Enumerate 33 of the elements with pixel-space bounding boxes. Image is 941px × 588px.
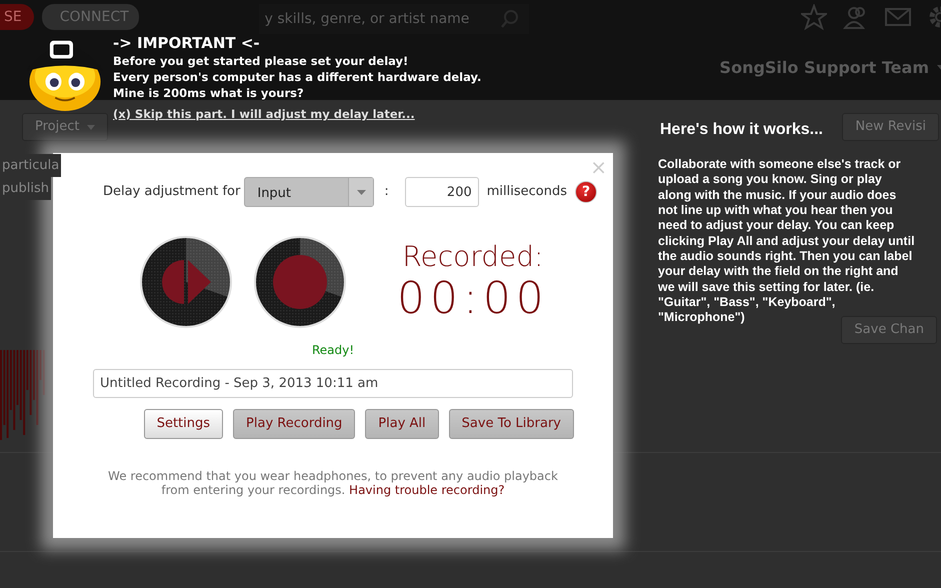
- recommendation-text: We recommend that you wear headphones, to prevent any audio playback from entering your recordings. Having trouble recording?: [107, 469, 559, 497]
- mail-icon[interactable]: [885, 7, 911, 27]
- description-text: particula: [0, 154, 62, 177]
- separator-text: :: [384, 183, 389, 202]
- skip-link[interactable]: (x) Skip this part. I will adjust my delay later...: [113, 107, 415, 121]
- star-icon[interactable]: [801, 4, 827, 30]
- trouble-link[interactable]: Having trouble recording?: [349, 483, 505, 497]
- tip-title: Here's how it works...: [660, 120, 823, 140]
- tip-title: -> IMPORTANT <-: [113, 34, 261, 52]
- status-text: Ready!: [312, 343, 354, 357]
- help-button[interactable]: ?: [575, 181, 597, 203]
- tip-text: Every person's computer has a different hardware delay.: [113, 69, 482, 85]
- unit-label: milliseconds: [486, 183, 567, 202]
- title-field[interactable]: Untitled Recording - Sep 3, 2013 10:11 am: [93, 369, 573, 398]
- input-select[interactable]: Input: [244, 177, 374, 207]
- caret-icon: [356, 190, 366, 194]
- record-button[interactable]: [253, 235, 347, 329]
- delay-field[interactable]: 200: [404, 177, 479, 207]
- play-button[interactable]: [139, 235, 233, 329]
- dialog-button[interactable]: Play Recording: [233, 409, 356, 439]
- dialog-button[interactable]: Save To Library: [448, 409, 574, 439]
- play-icon: [139, 235, 233, 329]
- delay-label: Delay adjustment for: [103, 183, 240, 202]
- dialog-button[interactable]: Settings: [144, 409, 224, 439]
- timer-display: 00:00: [397, 274, 549, 324]
- tip-text: Mine is 200ms what is yours?: [113, 85, 305, 101]
- tip-text: Before you get started please set your delay!: [113, 53, 410, 69]
- caret-icon: [87, 124, 96, 130]
- nav-button[interactable]: SE: [0, 4, 34, 30]
- user-name: SongSilo Support Team: [720, 57, 929, 79]
- recorded-label: Recorded:: [401, 240, 544, 274]
- dialog-button[interactable]: Play All: [365, 409, 439, 439]
- record-icon: [253, 235, 347, 329]
